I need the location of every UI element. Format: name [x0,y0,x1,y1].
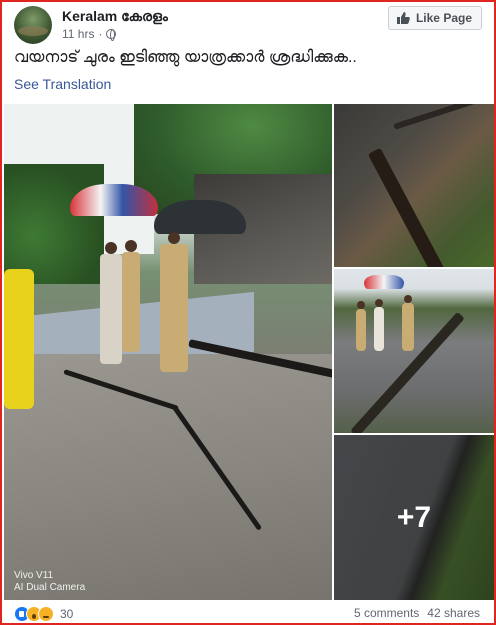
main-photo[interactable]: Vivo V11 AI Dual Camera [4,104,332,600]
photo-person-raincoat [4,269,34,409]
photo-person [100,242,122,364]
camera-watermark: Vivo V11 AI Dual Camera [14,570,85,594]
photo-trees-left [4,164,104,284]
more-photos-overlay[interactable]: +7 [334,435,494,600]
globe-icon [106,29,117,41]
see-translation-link[interactable]: See Translation [14,76,111,92]
reactions-summary[interactable]: 30 [14,606,73,622]
shares-count-link[interactable]: 42 shares [427,606,480,620]
post-header: Keralam കേരളം 11 hrs · Like Page [12,6,486,46]
post-timestamp[interactable]: 11 hrs [62,27,94,41]
post-meta: 11 hrs · [62,27,117,41]
photo-person [122,240,140,352]
page-name-link[interactable]: Keralam കേരളം [62,8,168,25]
photo-grid: Vivo V11 AI Dual Camera +7 [4,104,494,600]
post-card: Keralam കേരളം 11 hrs · Like Page വയനാട് … [0,0,496,625]
engagement-stats: 5 comments 42 shares [354,606,480,620]
post-footer: 30 5 comments 42 shares [12,606,484,624]
photo-umbrella-red [364,275,404,289]
reaction-count: 30 [60,607,74,621]
thumbnail-photo-1[interactable] [334,104,494,267]
photo-crack [393,104,491,130]
sad-icon [38,606,54,622]
comments-count-link[interactable]: 5 comments [354,606,419,620]
photo-road-slab [4,354,332,600]
photo-umbrella-red [70,184,158,216]
post-caption: വയനാട് ചുരം ഇടിഞ്ഞു യാത്രക്കാർ ശ്രദ്ധിക്… [14,49,357,66]
photo-person [160,232,188,372]
watermark-line1: Vivo V11 [14,570,54,581]
thumbs-up-icon [396,12,410,24]
meta-separator: · [98,27,103,41]
page-avatar[interactable] [14,6,52,44]
photo-person [402,295,414,351]
photo-person [374,299,384,351]
like-page-button[interactable]: Like Page [387,6,482,30]
photo-crack [367,147,446,267]
photo-person [356,301,366,351]
thumbnail-photo-2[interactable] [334,269,494,433]
like-page-label: Like Page [415,11,472,25]
watermark-line2: AI Dual Camera [14,582,86,593]
photo-umbrella-black [154,200,246,234]
